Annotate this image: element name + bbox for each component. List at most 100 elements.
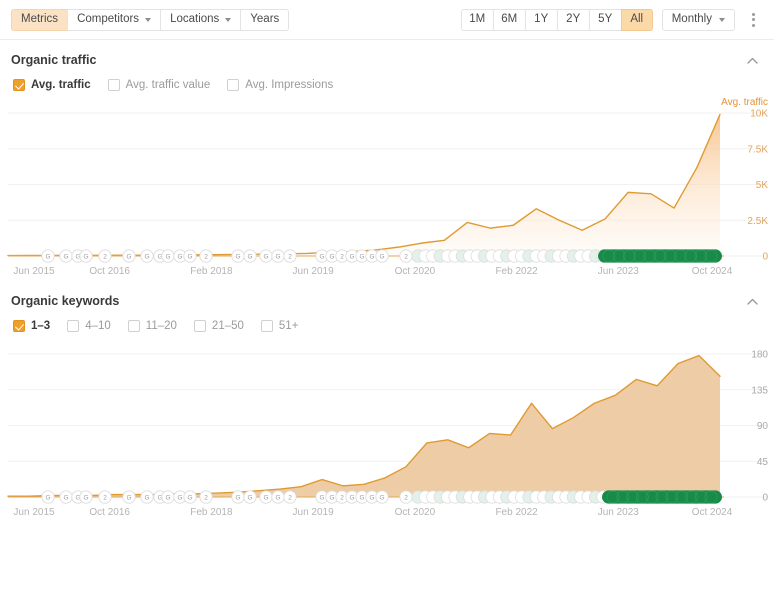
- kebab-dot: [751, 12, 755, 16]
- svg-text:0: 0: [762, 252, 768, 263]
- svg-text:45: 45: [757, 457, 769, 468]
- svg-text:2: 2: [103, 494, 107, 501]
- tab-competitors-label: Competitors: [77, 12, 140, 25]
- svg-text:2: 2: [288, 494, 292, 501]
- legend-avg-traffic[interactable]: Avg. traffic: [13, 79, 91, 91]
- svg-text:G: G: [177, 494, 182, 501]
- svg-text:2: 2: [340, 494, 344, 501]
- kebab-menu-icon[interactable]: [744, 9, 762, 31]
- organic-keywords-header: Organic keywords: [0, 281, 774, 309]
- svg-text:G: G: [235, 253, 240, 260]
- svg-text:Feb 2018: Feb 2018: [190, 507, 233, 518]
- checkbox-pos-4-10[interactable]: [67, 320, 80, 332]
- svg-text:G: G: [187, 253, 192, 260]
- svg-text:G: G: [45, 253, 50, 260]
- date-range-selector: 1M 6M 1Y 2Y 5Y All: [460, 8, 653, 31]
- section-organic-traffic: Organic traffic Avg. traffic Avg. traffi…: [0, 40, 774, 281]
- svg-text:Oct 2020: Oct 2020: [395, 507, 436, 518]
- section-organic-keywords: Organic keywords 1–3 4–10 11–20 21–50 51…: [0, 281, 774, 522]
- tab-locations[interactable]: Locations: [160, 8, 241, 31]
- svg-text:G: G: [263, 494, 268, 501]
- svg-text:Feb 2022: Feb 2022: [495, 507, 538, 518]
- svg-text:Jun 2015: Jun 2015: [13, 266, 55, 277]
- chart2-y-axis-labels: 180 135 90 45 0: [751, 350, 768, 504]
- range-1m[interactable]: 1M: [460, 8, 493, 31]
- chart1-y-axis-labels: 10K 7.5K 5K 2.5K 0: [747, 109, 768, 263]
- svg-text:G: G: [126, 494, 131, 501]
- range-2y[interactable]: 2Y: [556, 8, 589, 31]
- range-6m[interactable]: 6M: [492, 8, 525, 31]
- legend-pos-21-50[interactable]: 21–50: [193, 320, 244, 332]
- svg-text:G: G: [63, 494, 68, 501]
- legend-avg-impressions[interactable]: Avg. Impressions: [227, 79, 333, 91]
- svg-text:G: G: [144, 494, 149, 501]
- svg-text:2: 2: [340, 253, 344, 260]
- chevron-up-icon[interactable]: [744, 52, 760, 68]
- svg-text:G: G: [379, 494, 384, 501]
- legend-pos-51-plus[interactable]: 51+: [260, 320, 299, 332]
- svg-text:G: G: [369, 494, 374, 501]
- svg-text:G: G: [247, 253, 252, 260]
- legend-avg-traffic-value[interactable]: Avg. traffic value: [107, 79, 210, 91]
- range-all[interactable]: All: [620, 8, 653, 31]
- chevron-down-icon: [719, 17, 725, 22]
- toolbar-right-controls: 1M 6M 1Y 2Y 5Y All Monthly: [460, 8, 762, 31]
- svg-text:Jun 2019: Jun 2019: [293, 507, 335, 518]
- svg-text:G: G: [329, 253, 334, 260]
- organic-keywords-chart[interactable]: 180 135 90 45 0 GGGG2GGGGGG2GGGG2GG2GGGG2 Ju…: [0, 332, 774, 522]
- checkbox-pos-51-plus[interactable]: [260, 320, 273, 332]
- legend-pos-4-10[interactable]: 4–10: [67, 320, 111, 332]
- tab-years[interactable]: Years: [240, 8, 290, 31]
- view-tabs: Metrics Competitors Locations Years: [11, 8, 290, 31]
- svg-text:Oct 2016: Oct 2016: [89, 507, 130, 518]
- svg-text:Feb 2022: Feb 2022: [495, 266, 538, 277]
- checkbox-avg-impressions[interactable]: [227, 79, 240, 91]
- svg-text:2: 2: [288, 253, 292, 260]
- chevron-up-icon[interactable]: [744, 293, 760, 309]
- svg-text:Jun 2023: Jun 2023: [598, 507, 640, 518]
- legend-pos-51-plus-label: 51+: [278, 320, 299, 332]
- svg-text:G: G: [275, 494, 280, 501]
- organic-traffic-chart[interactable]: 10K 7.5K 5K 2.5K 0 Avg. traffic GGGG2GGGGGG2…: [0, 91, 774, 281]
- organic-keywords-legend: 1–3 4–10 11–20 21–50 51+: [0, 309, 774, 332]
- svg-text:Jun 2019: Jun 2019: [293, 266, 335, 277]
- range-1y[interactable]: 1Y: [524, 8, 557, 31]
- kebab-dot: [751, 18, 755, 21]
- svg-text:G: G: [165, 253, 170, 260]
- checkbox-pos-1-3[interactable]: [13, 320, 25, 332]
- svg-text:G: G: [369, 253, 374, 260]
- legend-pos-1-3-label: 1–3: [31, 320, 51, 332]
- svg-text:135: 135: [751, 385, 768, 396]
- legend-pos-1-3[interactable]: 1–3: [13, 320, 50, 332]
- chart1-area: [8, 114, 720, 257]
- svg-text:G: G: [83, 253, 88, 260]
- tab-metrics[interactable]: Metrics: [11, 8, 68, 31]
- checkbox-pos-21-50[interactable]: [193, 320, 206, 332]
- granularity-dropdown[interactable]: Monthly: [661, 8, 735, 31]
- granularity-label: Monthly: [671, 12, 712, 25]
- svg-text:G: G: [263, 253, 268, 260]
- svg-text:G: G: [83, 494, 88, 501]
- checkbox-avg-traffic[interactable]: [13, 79, 25, 91]
- top-toolbar: Metrics Competitors Locations Years 1M 6…: [0, 0, 774, 40]
- checkbox-pos-11-20[interactable]: [127, 320, 140, 332]
- svg-text:G: G: [319, 494, 324, 501]
- svg-text:Jun 2023: Jun 2023: [598, 266, 640, 277]
- tab-years-label: Years: [250, 12, 280, 25]
- checkbox-avg-traffic-value[interactable]: [107, 79, 120, 91]
- chart2-event-markers[interactable]: GGGG2GGGGGG2GGGG2GG2GGGG2: [8, 490, 724, 504]
- svg-text:2.5K: 2.5K: [747, 216, 768, 227]
- tab-metrics-label: Metrics: [21, 12, 59, 25]
- legend-pos-11-20[interactable]: 11–20: [127, 320, 177, 332]
- svg-text:G: G: [379, 253, 384, 260]
- chart1-x-axis-labels: Jun 2015 Oct 2016 Feb 2018 Jun 2019 Oct 2020…: [13, 266, 732, 277]
- svg-text:Oct 2024: Oct 2024: [692, 507, 733, 518]
- range-1m-label: 1M: [469, 12, 486, 25]
- svg-text:2: 2: [204, 494, 208, 501]
- range-all-label: All: [630, 12, 644, 25]
- svg-text:5K: 5K: [756, 180, 769, 191]
- kebab-dot: [751, 23, 755, 27]
- tab-competitors[interactable]: Competitors: [67, 8, 161, 31]
- chart1-event-markers[interactable]: GGGG2GGGGGG2GGGG2GG2GGGG2: [8, 249, 724, 263]
- range-5y[interactable]: 5Y: [588, 8, 621, 31]
